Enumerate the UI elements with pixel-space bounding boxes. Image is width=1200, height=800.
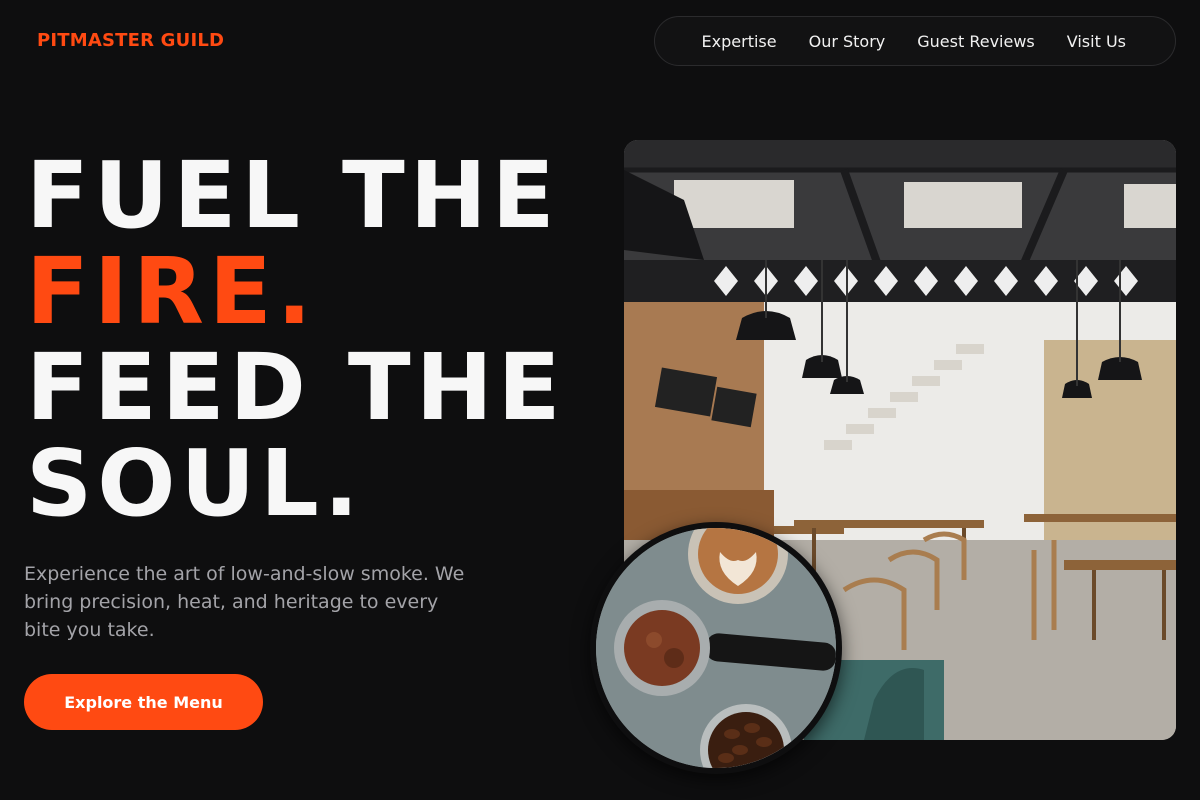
nav-item-our-story[interactable]: Our Story [809,32,886,51]
nav-item-guest-reviews[interactable]: Guest Reviews [917,32,1035,51]
hero-headline: FUEL THE FIRE. FEED THE SOUL. [26,148,566,532]
headline-line-3: FEED THE [26,334,566,441]
nav-item-expertise[interactable]: Expertise [702,32,777,51]
hero-subtext: Experience the art of low-and-slow smoke… [24,563,465,641]
coffee-espresso-photo [590,522,842,774]
main-nav: Expertise Our Story Guest Reviews Visit … [654,16,1176,66]
brand-logo[interactable]: PITMASTER GUILD [37,30,224,51]
nav-item-visit-us[interactable]: Visit Us [1067,32,1126,51]
headline-line-1: FUEL THE [26,142,560,249]
headline-line-4: SOUL. [26,430,364,537]
headline-line-2-accent: FIRE. [26,238,317,345]
landing-page: PITMASTER GUILD Expertise Our Story Gues… [0,0,1200,800]
explore-menu-button[interactable]: Explore the Menu [24,674,263,730]
